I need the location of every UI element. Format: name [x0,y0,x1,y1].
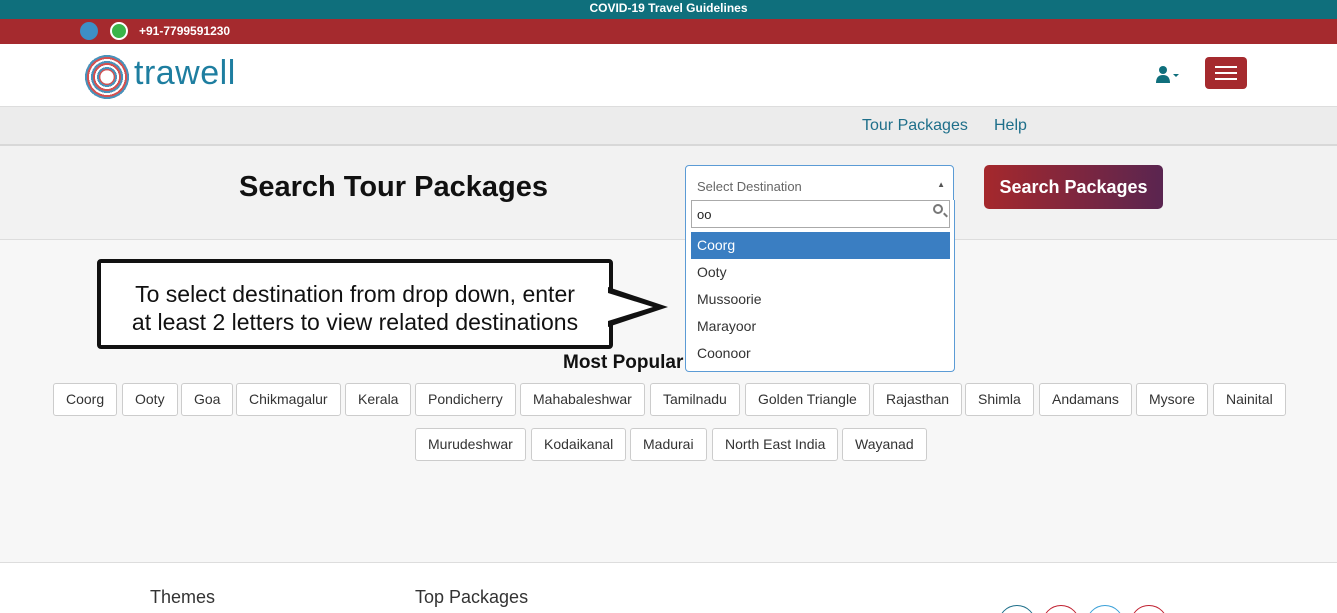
search-section: Search Tour Packages Select Destination … [0,146,1337,240]
destination-select[interactable]: Select Destination ▲ [685,165,954,201]
pinterest-icon[interactable] [1042,605,1080,613]
destination-tag[interactable]: Mahabaleshwar [520,383,645,416]
destination-tag[interactable]: Mysore [1136,383,1208,416]
footer: Themes Top Packages [0,562,1337,613]
phone-number[interactable]: +91-7799591230 [139,24,230,38]
destination-tag[interactable]: Pondicherry [415,383,516,416]
callout-line-1: To select destination from drop down, en… [135,281,575,307]
covid-guidelines-banner[interactable]: COVID-19 Travel Guidelines [0,0,1337,19]
destination-tag[interactable]: Goa [181,383,234,416]
nav-help[interactable]: Help [994,117,1027,135]
user-icon[interactable] [1155,65,1181,85]
contact-bar: +91-7799591230 [0,19,1337,44]
destination-tag[interactable]: Shimla [965,383,1034,416]
destination-tag[interactable]: Madurai [630,428,707,461]
sub-navigation: Tour Packages Help [0,107,1337,146]
most-popular-heading: Most Popular [563,352,684,373]
destination-tag[interactable]: Golden Triangle [745,383,870,416]
callout-line-2: at least 2 letters to view related desti… [131,309,579,335]
destination-tag[interactable]: Kerala [345,383,412,416]
destination-tag[interactable]: Wayanad [842,428,927,461]
search-packages-button[interactable]: Search Packages [984,165,1163,209]
whatsapp-icon[interactable] [110,22,128,40]
dropdown-option[interactable]: Coorg [691,232,950,259]
dropdown-results: Coorg Ooty Mussoorie Marayoor Coonoor [691,232,950,367]
destination-tag[interactable]: Coorg [53,383,118,416]
instruction-callout: To select destination from drop down, en… [97,259,613,349]
logo-text[interactable]: trawell [134,54,236,93]
destination-dropdown: oo Coorg Ooty Mussoorie Marayoor Coonoor [685,200,955,372]
destination-tag[interactable]: Nainital [1213,383,1286,416]
destination-tag[interactable]: Murudeshwar [415,428,526,461]
dropdown-option[interactable]: Mussoorie [691,286,950,313]
select-placeholder: Select Destination [697,179,802,194]
destination-tag[interactable]: Chikmagalur [236,383,341,416]
phone-icon[interactable] [80,22,98,40]
hamburger-menu-button[interactable] [1205,57,1247,89]
nav-tour-packages[interactable]: Tour Packages [862,117,968,135]
destination-tag[interactable]: Kodaikanal [531,428,627,461]
footer-top-packages-heading: Top Packages [415,587,529,607]
dropdown-option[interactable]: Ooty [691,259,950,286]
logo-globe-icon[interactable] [84,54,130,100]
destination-tag[interactable]: North East India [712,428,839,461]
search-query: oo [697,207,712,222]
facebook-icon[interactable] [998,605,1036,613]
footer-themes-heading: Themes [150,587,216,607]
dropdown-option[interactable]: Coonoor [691,340,950,367]
callout-pointer-fill [608,293,653,321]
search-icon [933,204,943,214]
destination-tag[interactable]: Rajasthan [873,383,963,416]
dropdown-option[interactable]: Marayoor [691,313,950,340]
destination-tag[interactable]: Ooty [122,383,178,416]
youtube-icon[interactable] [1130,605,1168,613]
header: trawell [0,44,1337,107]
caret-up-icon: ▲ [937,180,945,189]
search-title: Search Tour Packages [239,171,548,203]
destination-tag[interactable]: Tamilnadu [650,383,740,416]
destination-tag[interactable]: Andamans [1039,383,1132,416]
dropdown-search-input[interactable]: oo [691,200,950,228]
twitter-icon[interactable] [1086,605,1124,613]
